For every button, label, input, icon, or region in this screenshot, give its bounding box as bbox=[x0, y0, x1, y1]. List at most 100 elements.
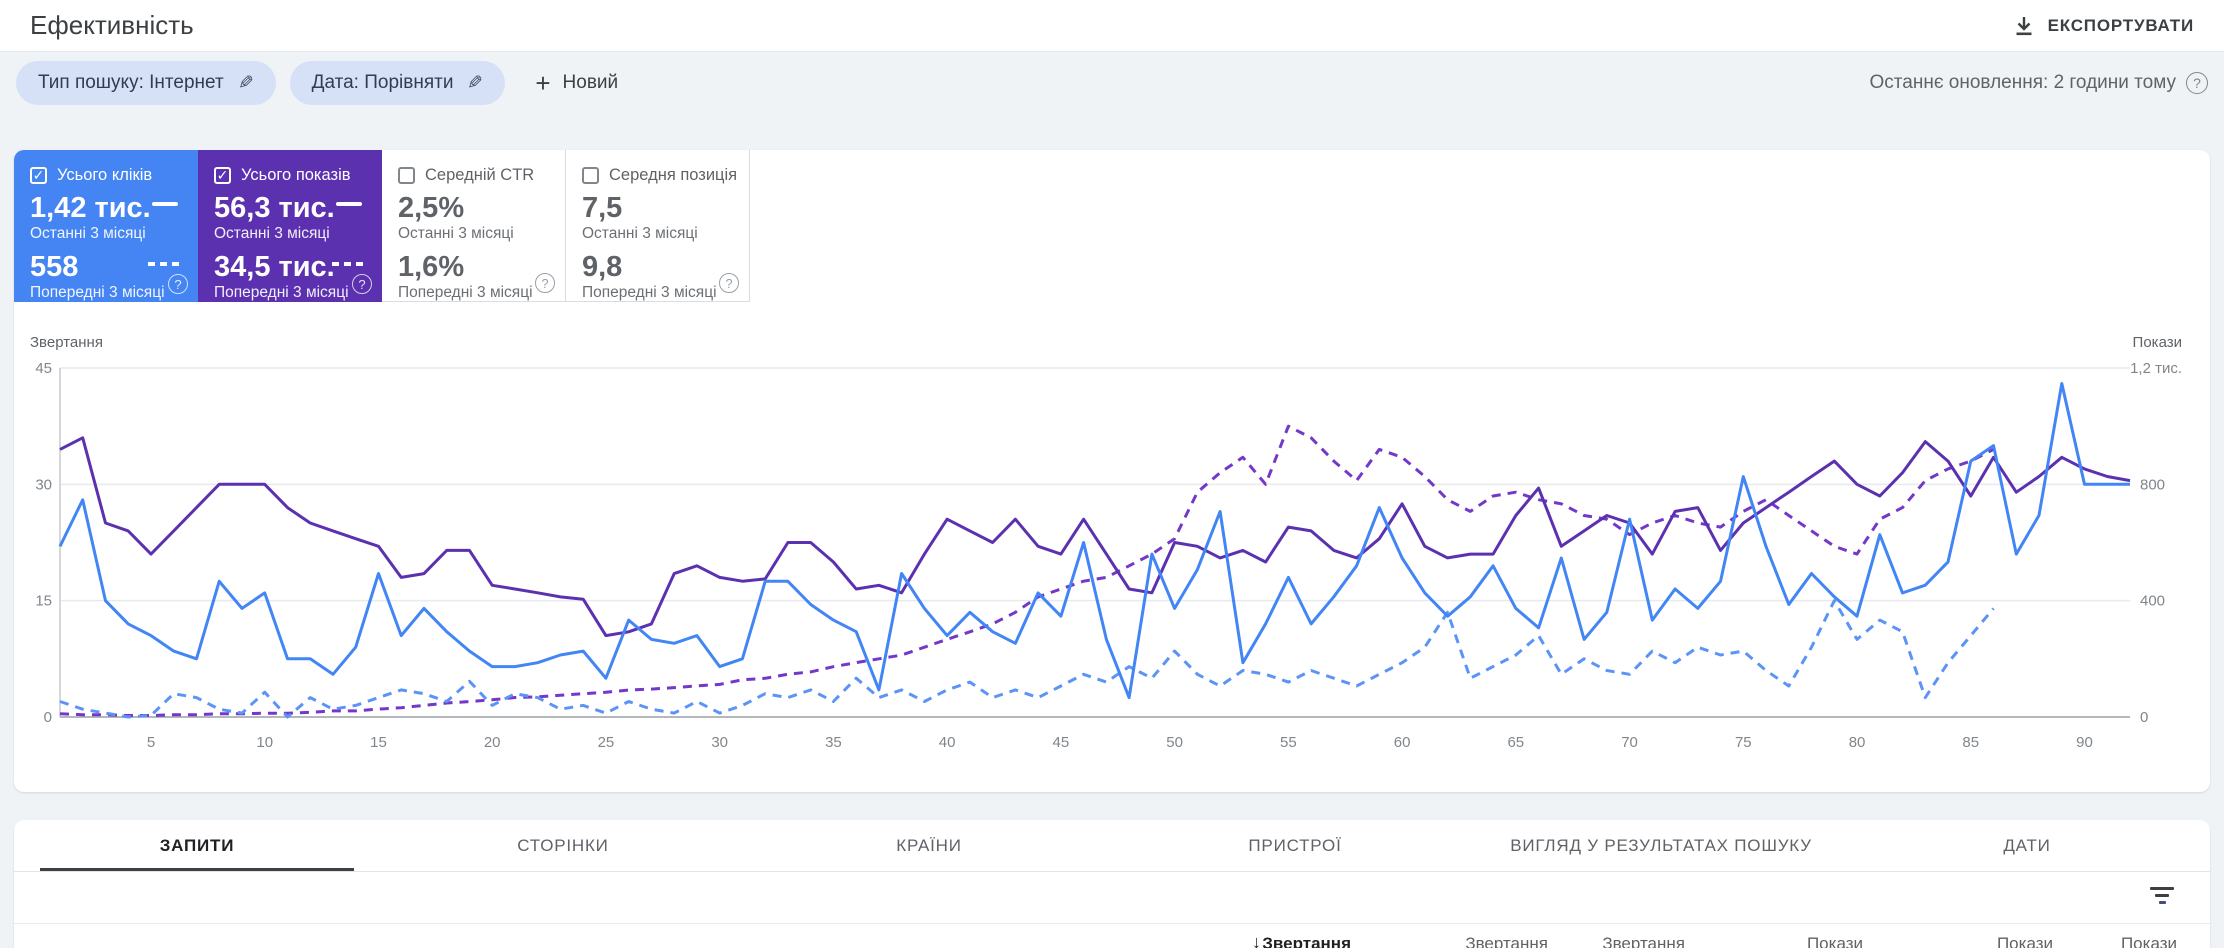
filter-list-icon[interactable] bbox=[2150, 887, 2174, 907]
x-axis-tick: 70 bbox=[1621, 734, 1638, 751]
left-axis-tick: 30 bbox=[35, 476, 52, 493]
filter-chip-date[interactable]: Дата: Порівняти ✎ bbox=[289, 61, 506, 105]
previous-period-line-icon bbox=[332, 262, 366, 266]
filter-chip-date-label: Дата: Порівняти bbox=[311, 72, 454, 93]
metric-previous-value: 558 bbox=[30, 251, 79, 283]
help-icon[interactable]: ? bbox=[168, 274, 188, 294]
help-icon[interactable]: ? bbox=[535, 273, 555, 293]
last-updated-text: Останнє оновлення: 2 години тому bbox=[1869, 72, 2177, 93]
metric-current-value: 2,5% bbox=[398, 192, 465, 224]
series-line-0 bbox=[59, 424, 1995, 717]
edit-pencil-icon[interactable]: ✎ bbox=[467, 72, 483, 95]
x-axis-tick: 75 bbox=[1735, 734, 1752, 751]
filter-chip-search-type-label: Тип пошуку: Інтернет bbox=[38, 72, 224, 93]
edit-pencil-icon[interactable]: ✎ bbox=[238, 72, 254, 95]
x-axis-tick: 80 bbox=[1849, 734, 1866, 751]
metric-previous-caption: Попередні 3 місяці bbox=[30, 284, 165, 301]
previous-period-line-icon bbox=[148, 262, 182, 266]
x-axis-tick: 40 bbox=[939, 734, 956, 751]
metric-label: Усього показів bbox=[241, 165, 351, 184]
column-header-impressions-0[interactable]: Покази bbox=[1643, 934, 1863, 948]
tab-queries[interactable]: ЗАПИТИ bbox=[14, 820, 380, 871]
metric-previous-caption: Попередні 3 місяці bbox=[582, 284, 717, 301]
metric-label: Середній CTR bbox=[425, 165, 535, 184]
series-line-3 bbox=[58, 382, 2130, 700]
table-header-row: ↓ Звертання Звертання Звертання Покази Показ… bbox=[14, 924, 2210, 948]
x-axis-tick: 35 bbox=[825, 734, 842, 751]
tab-search-appearance[interactable]: ВИГЛЯД У РЕЗУЛЬТАТАХ ПОШУКУ bbox=[1478, 820, 1844, 871]
metric-current-caption: Останні 3 місяці bbox=[214, 225, 330, 242]
metric-previous-caption: Попередні 3 місяці bbox=[214, 284, 349, 301]
metric-current-value: 56,3 тис. bbox=[214, 192, 335, 224]
series-line-2 bbox=[59, 436, 2131, 638]
metric-card-average-ctr[interactable]: Середній CTR 2,5% Останні 3 місяці 1,6% … bbox=[382, 150, 566, 302]
performance-chart[interactable]: Звертання Покази 1,2 тис. 0 15 30 45 0 400 800 5 10… bbox=[14, 320, 2210, 792]
right-axis-tick: 800 bbox=[2140, 476, 2165, 493]
checkbox-checked-icon[interactable]: ✓ bbox=[214, 166, 231, 184]
right-axis-tick: 400 bbox=[2140, 593, 2165, 610]
dimension-tabs: ЗАПИТИ СТОРІНКИ КРАЇНИ ПРИСТРОЇ ВИГЛЯД У РЕЗ… bbox=[14, 820, 2210, 872]
column-header-impressions-2[interactable]: Покази bbox=[1957, 934, 2177, 948]
metric-card-total-clicks[interactable]: ✓ Усього кліків 1,42 тис. Останні 3 міся… bbox=[14, 150, 198, 302]
checkbox-unchecked-icon[interactable] bbox=[582, 166, 599, 184]
left-axis-tick: 0 bbox=[44, 709, 52, 726]
left-axis-tick: 15 bbox=[35, 593, 52, 610]
tab-dates[interactable]: ДАТИ bbox=[1844, 820, 2210, 871]
metric-tiles: ✓ Усього кліків 1,42 тис. Останні 3 міся… bbox=[14, 150, 750, 302]
table-filter-row bbox=[14, 872, 2210, 924]
left-axis-tick: 45 bbox=[35, 360, 52, 377]
plus-icon: + bbox=[535, 68, 551, 98]
x-axis-tick: 60 bbox=[1394, 734, 1411, 751]
filter-bar: Тип пошуку: Інтернет ✎ Дата: Порівняти ✎… bbox=[0, 60, 2224, 106]
metric-current-caption: Останні 3 місяці bbox=[582, 225, 698, 242]
column-header-clicks-0[interactable]: Звертання bbox=[1131, 934, 1351, 948]
metric-previous-value: 9,8 bbox=[582, 251, 623, 283]
performance-chart-area: Звертання Покази 1,2 тис. 0 15 30 45 0 400 800 5 10… bbox=[14, 320, 2210, 792]
new-filter-label: Новий bbox=[562, 72, 619, 93]
metric-label: Середня позиція bbox=[609, 165, 738, 184]
right-axis-tick: 0 bbox=[2140, 709, 2148, 726]
help-icon[interactable]: ? bbox=[352, 274, 372, 294]
current-period-line-icon bbox=[336, 202, 362, 206]
metric-previous-value: 34,5 тис. bbox=[214, 251, 335, 283]
current-period-line-icon bbox=[152, 202, 178, 206]
dimensions-card: ЗАПИТИ СТОРІНКИ КРАЇНИ ПРИСТРОЇ ВИГЛЯД У РЕЗ… bbox=[14, 820, 2210, 948]
tab-pages[interactable]: СТОРІНКИ bbox=[380, 820, 746, 871]
metric-current-caption: Останні 3 місяці bbox=[30, 225, 146, 242]
metric-label: Усього кліків bbox=[57, 165, 153, 184]
tab-devices[interactable]: ПРИСТРОЇ bbox=[1112, 820, 1478, 871]
checkbox-unchecked-icon[interactable] bbox=[398, 166, 415, 184]
x-axis-tick: 65 bbox=[1507, 734, 1524, 751]
filter-chip-search-type[interactable]: Тип пошуку: Інтернет ✎ bbox=[16, 61, 276, 105]
x-axis-tick: 15 bbox=[370, 734, 387, 751]
left-axis-title: Звертання bbox=[30, 334, 103, 351]
x-axis-tick: 25 bbox=[598, 734, 615, 751]
metric-current-value: 1,42 тис. bbox=[30, 192, 151, 224]
x-axis-tick: 20 bbox=[484, 734, 501, 751]
tab-countries[interactable]: КРАЇНИ bbox=[746, 820, 1112, 871]
export-button[interactable]: ЕКСПОРТУВАТИ bbox=[2012, 14, 2194, 38]
page-title: Ефективність bbox=[30, 10, 194, 40]
metric-previous-caption: Попередні 3 місяці bbox=[398, 284, 533, 301]
x-axis-tick: 5 bbox=[147, 734, 155, 751]
last-updated: Останнє оновлення: 2 години тому ? bbox=[1869, 72, 2208, 94]
x-axis-tick: 90 bbox=[2076, 734, 2093, 751]
performance-card: ✓ Усього кліків 1,42 тис. Останні 3 міся… bbox=[14, 150, 2210, 792]
new-filter-button[interactable]: + Новий bbox=[535, 70, 618, 96]
metric-card-total-impressions[interactable]: ✓ Усього показів 56,3 тис. Останні 3 міс… bbox=[198, 150, 382, 302]
help-icon[interactable]: ? bbox=[719, 273, 739, 293]
x-axis-tick: 10 bbox=[256, 734, 273, 751]
checkbox-checked-icon[interactable]: ✓ bbox=[30, 166, 47, 184]
right-axis-title: Покази bbox=[2133, 334, 2182, 351]
metric-current-value: 7,5 bbox=[582, 192, 623, 224]
x-axis-tick: 30 bbox=[711, 734, 728, 751]
metric-card-average-position[interactable]: Середня позиція 7,5 Останні 3 місяці 9,8… bbox=[566, 150, 750, 302]
metric-current-caption: Останні 3 місяці bbox=[398, 225, 514, 242]
x-axis-tick: 50 bbox=[1166, 734, 1183, 751]
help-icon[interactable]: ? bbox=[2186, 72, 2208, 94]
x-axis-tick: 55 bbox=[1280, 734, 1297, 751]
x-axis-tick: 45 bbox=[1053, 734, 1070, 751]
right-axis-tick: 1,2 тис. bbox=[2130, 360, 2182, 377]
metric-previous-value: 1,6% bbox=[398, 251, 465, 283]
x-axis-tick: 85 bbox=[1962, 734, 1979, 751]
